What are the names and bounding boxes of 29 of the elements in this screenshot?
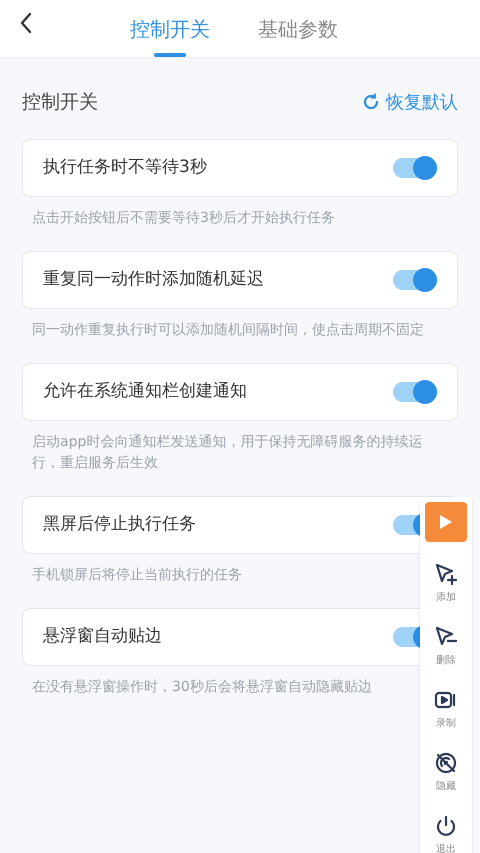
panel-action[interactable]: 添加 xyxy=(434,562,458,605)
panel-action[interactable]: 退出 xyxy=(434,814,458,853)
setting-description: 启动app时会向通知栏发送通知，用于保持无障碍服务的持续运行，重启服务后生效 xyxy=(32,432,424,472)
tab[interactable]: 控制开关 xyxy=(130,0,210,57)
setting-description: 手机锁屏后将停止当前执行的任务 xyxy=(32,566,242,584)
section-title: 控制开关 xyxy=(22,90,98,115)
setting-label: 执行任务时不等待3秒 xyxy=(43,156,207,179)
power-icon xyxy=(434,814,458,838)
toggle-switch[interactable] xyxy=(393,270,437,290)
setting-label: 悬浮窗自动贴边 xyxy=(43,624,162,648)
reset-button[interactable]: 恢复默认 xyxy=(362,88,458,116)
setting-description: 同一动作重复执行时可以添加随机间隔时间，使点击周期不固定 xyxy=(32,320,424,340)
setting-description: 点击开始按钮后不需要等待3秒后才开始执行任务 xyxy=(32,208,335,228)
panel-action[interactable]: 隐藏 xyxy=(434,751,458,794)
panel-action[interactable]: 录制 xyxy=(434,688,458,731)
back-icon[interactable] xyxy=(18,11,34,35)
hidden-signal-icon xyxy=(434,751,458,775)
toggle-switch[interactable] xyxy=(393,382,437,402)
setting-label: 重复同一动作时添加随机延迟 xyxy=(43,268,264,291)
panel-action[interactable]: 删除 xyxy=(434,625,458,668)
toggle-switch[interactable] xyxy=(393,158,437,178)
play-button[interactable] xyxy=(425,502,467,542)
setting-label: 黑屏后停止执行任务 xyxy=(43,512,196,536)
refresh-icon xyxy=(362,93,380,112)
setting-description: 在没有悬浮窗操作时，30秒后会将悬浮窗自动隐藏贴边 xyxy=(32,678,372,696)
tab[interactable]: 基础参数 xyxy=(258,0,338,57)
cursor-plus-icon xyxy=(434,562,458,586)
setting-label: 允许在系统通知栏创建通知 xyxy=(43,380,247,403)
play-icon xyxy=(439,514,453,530)
